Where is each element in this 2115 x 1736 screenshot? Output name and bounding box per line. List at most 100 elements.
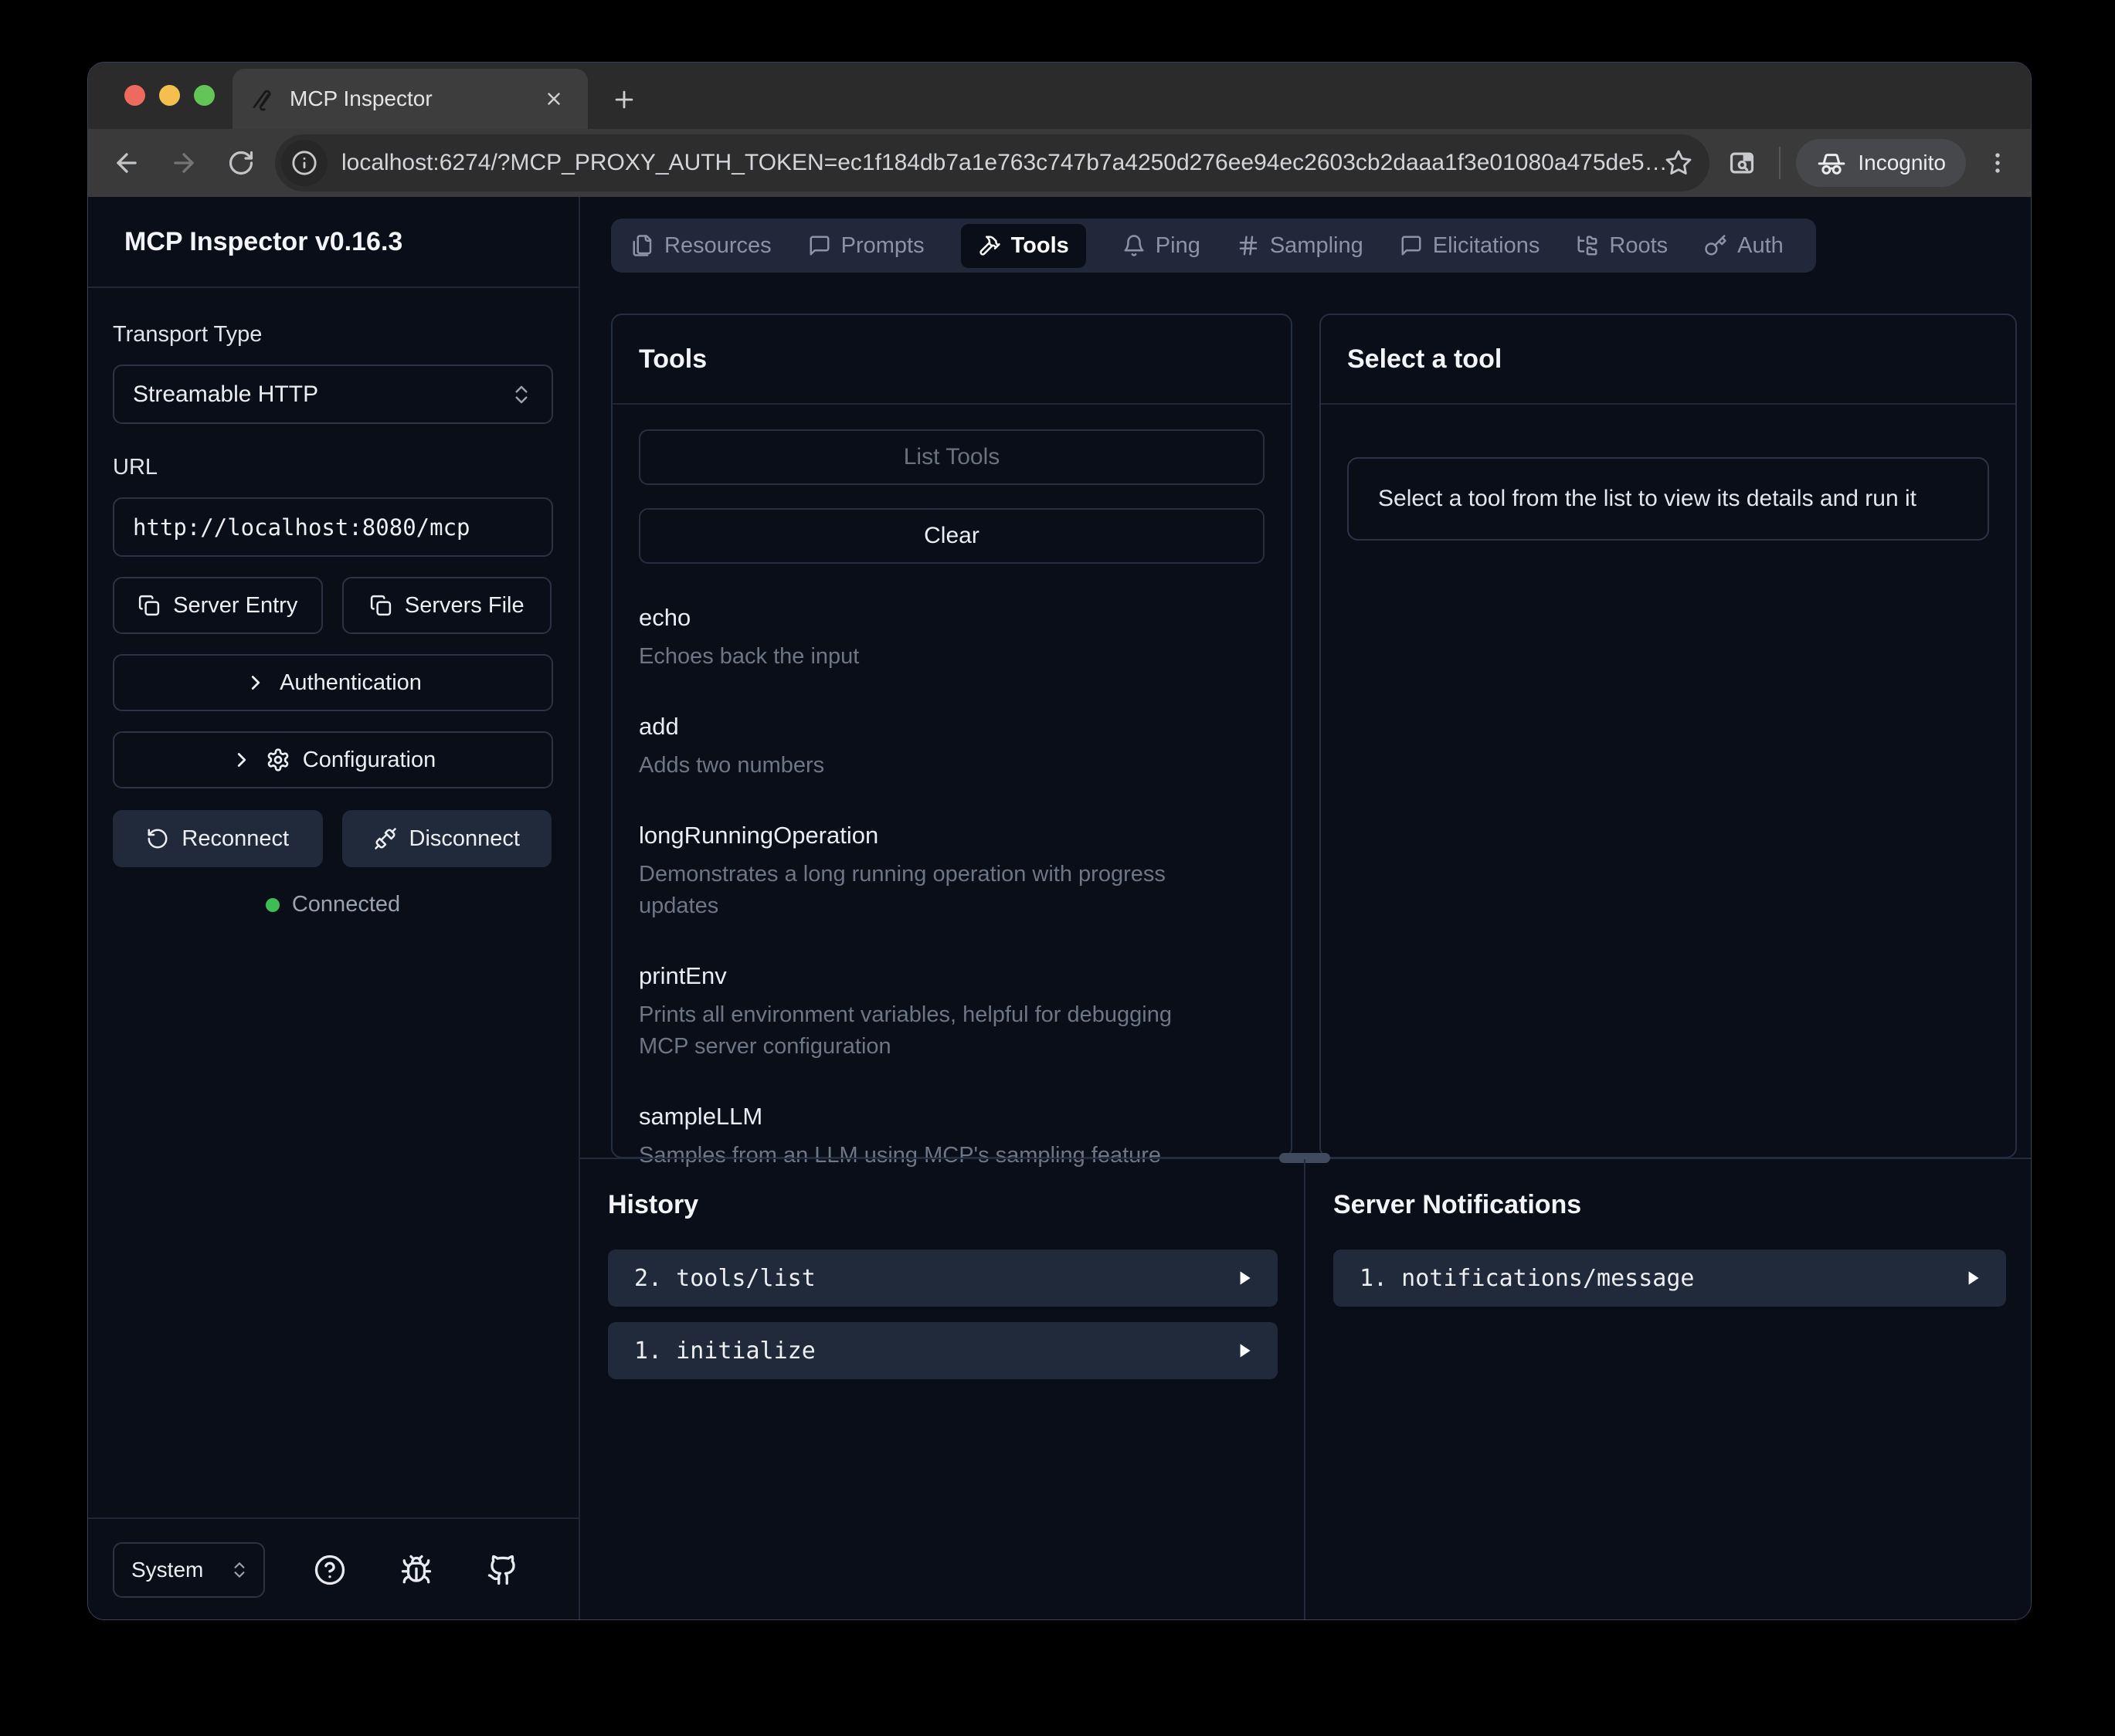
authentication-label: Authentication bbox=[280, 670, 422, 696]
bell-icon bbox=[1122, 234, 1146, 257]
browser-tab[interactable]: MCP Inspector bbox=[233, 69, 588, 129]
tab-roots[interactable]: Roots bbox=[1576, 233, 1668, 259]
reload-icon[interactable] bbox=[219, 141, 263, 185]
chevrons-up-down-icon bbox=[510, 383, 533, 406]
history-panel: History 2. tools/list 1. initialize bbox=[580, 1159, 1305, 1620]
message-square-icon bbox=[1400, 234, 1423, 257]
unplug-icon bbox=[374, 827, 397, 850]
server-entry-button[interactable]: Server Entry bbox=[113, 577, 323, 634]
server-notifications-title: Server Notifications bbox=[1305, 1159, 2032, 1220]
configuration-expander[interactable]: Configuration bbox=[113, 731, 553, 788]
address-bar[interactable]: localhost:6274/?MCP_PROXY_AUTH_TOKEN=ec1… bbox=[275, 134, 1709, 192]
reconnect-button[interactable]: Reconnect bbox=[113, 810, 323, 867]
copy-icon bbox=[137, 594, 161, 617]
history-item-initialize[interactable]: 1. initialize bbox=[608, 1322, 1278, 1379]
bookmark-star-icon[interactable] bbox=[1665, 149, 1692, 177]
site-info-icon[interactable] bbox=[281, 140, 328, 186]
expand-play-icon bbox=[1963, 1268, 1983, 1288]
expand-play-icon bbox=[1234, 1268, 1254, 1288]
toolbar-separator bbox=[1779, 147, 1781, 179]
history-title: History bbox=[580, 1159, 1304, 1220]
tab-label: Ping bbox=[1156, 233, 1200, 259]
gear-icon bbox=[266, 748, 290, 772]
tab-label: Roots bbox=[1609, 233, 1668, 259]
transport-type-select[interactable]: Streamable HTTP bbox=[113, 364, 553, 424]
back-icon[interactable] bbox=[105, 141, 148, 185]
chevron-right-icon bbox=[244, 671, 267, 694]
tool-list-item-echo[interactable]: echo Echoes back the input bbox=[639, 604, 1265, 673]
server-url-input[interactable]: http://localhost:8080/mcp bbox=[113, 497, 553, 557]
tool-list-item-longrunningoperation[interactable]: longRunningOperation Demonstrates a long… bbox=[639, 822, 1265, 922]
sidebar-footer: System bbox=[88, 1517, 579, 1620]
connection-status: Connected bbox=[113, 892, 553, 917]
main-area: Resources Prompts Tools bbox=[580, 197, 2032, 1620]
history-item-tools-list[interactable]: 2. tools/list bbox=[608, 1249, 1278, 1307]
new-tab-icon[interactable] bbox=[604, 80, 644, 120]
restart-icon bbox=[146, 827, 169, 850]
expand-play-icon bbox=[1234, 1341, 1254, 1361]
tab-label: Prompts bbox=[841, 233, 925, 259]
app-title: MCP Inspector v0.16.3 bbox=[88, 197, 579, 288]
hash-icon bbox=[1237, 234, 1260, 257]
transport-type-value: Streamable HTTP bbox=[133, 381, 318, 408]
tool-list-item-add[interactable]: add Adds two numbers bbox=[639, 713, 1265, 782]
tool-name: add bbox=[639, 713, 1265, 741]
tab-label: Sampling bbox=[1270, 233, 1363, 259]
tab-resources[interactable]: Resources bbox=[631, 233, 772, 259]
theme-select[interactable]: System bbox=[113, 1542, 265, 1598]
authentication-expander[interactable]: Authentication bbox=[113, 654, 553, 711]
bug-icon[interactable] bbox=[395, 1548, 438, 1592]
tool-description: Adds two numbers bbox=[639, 750, 1226, 782]
list-tools-button[interactable]: List Tools bbox=[639, 429, 1265, 485]
tab-close-icon[interactable] bbox=[538, 83, 569, 114]
incognito-badge: Incognito bbox=[1796, 139, 1966, 187]
mcp-logo-favicon bbox=[251, 86, 276, 111]
status-label: Connected bbox=[292, 892, 400, 917]
maximize-window-button[interactable] bbox=[194, 85, 215, 106]
clear-button[interactable]: Clear bbox=[639, 508, 1265, 564]
tool-name: echo bbox=[639, 604, 1265, 632]
folder-tree-icon bbox=[1576, 234, 1599, 257]
transport-type-label: Transport Type bbox=[113, 322, 552, 348]
sidebar: MCP Inspector v0.16.3 Transport Type Str… bbox=[88, 197, 580, 1620]
tab-strip: MCP Inspector bbox=[88, 63, 2031, 129]
tab-ping[interactable]: Ping bbox=[1122, 233, 1200, 259]
servers-file-label: Servers File bbox=[405, 593, 525, 619]
tab-sampling[interactable]: Sampling bbox=[1237, 233, 1363, 259]
github-icon[interactable] bbox=[481, 1548, 525, 1592]
tool-list-item-printenv[interactable]: printEnv Prints all environment variable… bbox=[639, 962, 1265, 1063]
tool-details-panel: Select a tool Select a tool from the lis… bbox=[1319, 314, 2017, 1158]
bottom-panes: History 2. tools/list 1. initialize bbox=[580, 1159, 2032, 1620]
tab-label: Auth bbox=[1737, 233, 1784, 259]
browser-menu-icon[interactable] bbox=[1978, 150, 2017, 176]
incognito-label: Incognito bbox=[1858, 151, 1946, 175]
tab-title: MCP Inspector bbox=[290, 86, 538, 111]
tab-auth[interactable]: Auth bbox=[1704, 233, 1784, 259]
tab-label: Resources bbox=[664, 233, 772, 259]
tools-panel: Tools List Tools Clear echo Echoes back … bbox=[611, 314, 1292, 1158]
disconnect-label: Disconnect bbox=[409, 826, 520, 852]
tab-label: Tools bbox=[1011, 233, 1069, 259]
minimize-window-button[interactable] bbox=[159, 85, 180, 106]
tool-description: Echoes back the input bbox=[639, 641, 1226, 673]
notification-item-message[interactable]: 1. notifications/message bbox=[1333, 1249, 2006, 1307]
tab-elicitations[interactable]: Elicitations bbox=[1400, 233, 1540, 259]
tab-prompts[interactable]: Prompts bbox=[808, 233, 925, 259]
tab-label: Elicitations bbox=[1433, 233, 1540, 259]
browser-toolbar: localhost:6274/?MCP_PROXY_AUTH_TOKEN=ec1… bbox=[88, 129, 2031, 197]
help-icon[interactable] bbox=[308, 1548, 351, 1592]
chevron-right-icon bbox=[230, 748, 253, 771]
search-tabs-icon[interactable] bbox=[1720, 141, 1764, 185]
tab-tools[interactable]: Tools bbox=[961, 224, 1086, 268]
notification-item-text: 1. notifications/message bbox=[1360, 1265, 1963, 1292]
disconnect-button[interactable]: Disconnect bbox=[342, 810, 552, 867]
server-entry-label: Server Entry bbox=[173, 593, 297, 619]
servers-file-button[interactable]: Servers File bbox=[342, 577, 552, 634]
theme-value: System bbox=[131, 1558, 203, 1582]
url-text: localhost:6274/?MCP_PROXY_AUTH_TOKEN=ec1… bbox=[341, 150, 1665, 176]
tool-description: Prints all environment variables, helpfu… bbox=[639, 999, 1226, 1063]
forward-icon[interactable] bbox=[162, 141, 205, 185]
close-window-button[interactable] bbox=[124, 85, 145, 106]
url-label: URL bbox=[113, 455, 552, 480]
app-content: MCP Inspector v0.16.3 Transport Type Str… bbox=[88, 197, 2032, 1620]
